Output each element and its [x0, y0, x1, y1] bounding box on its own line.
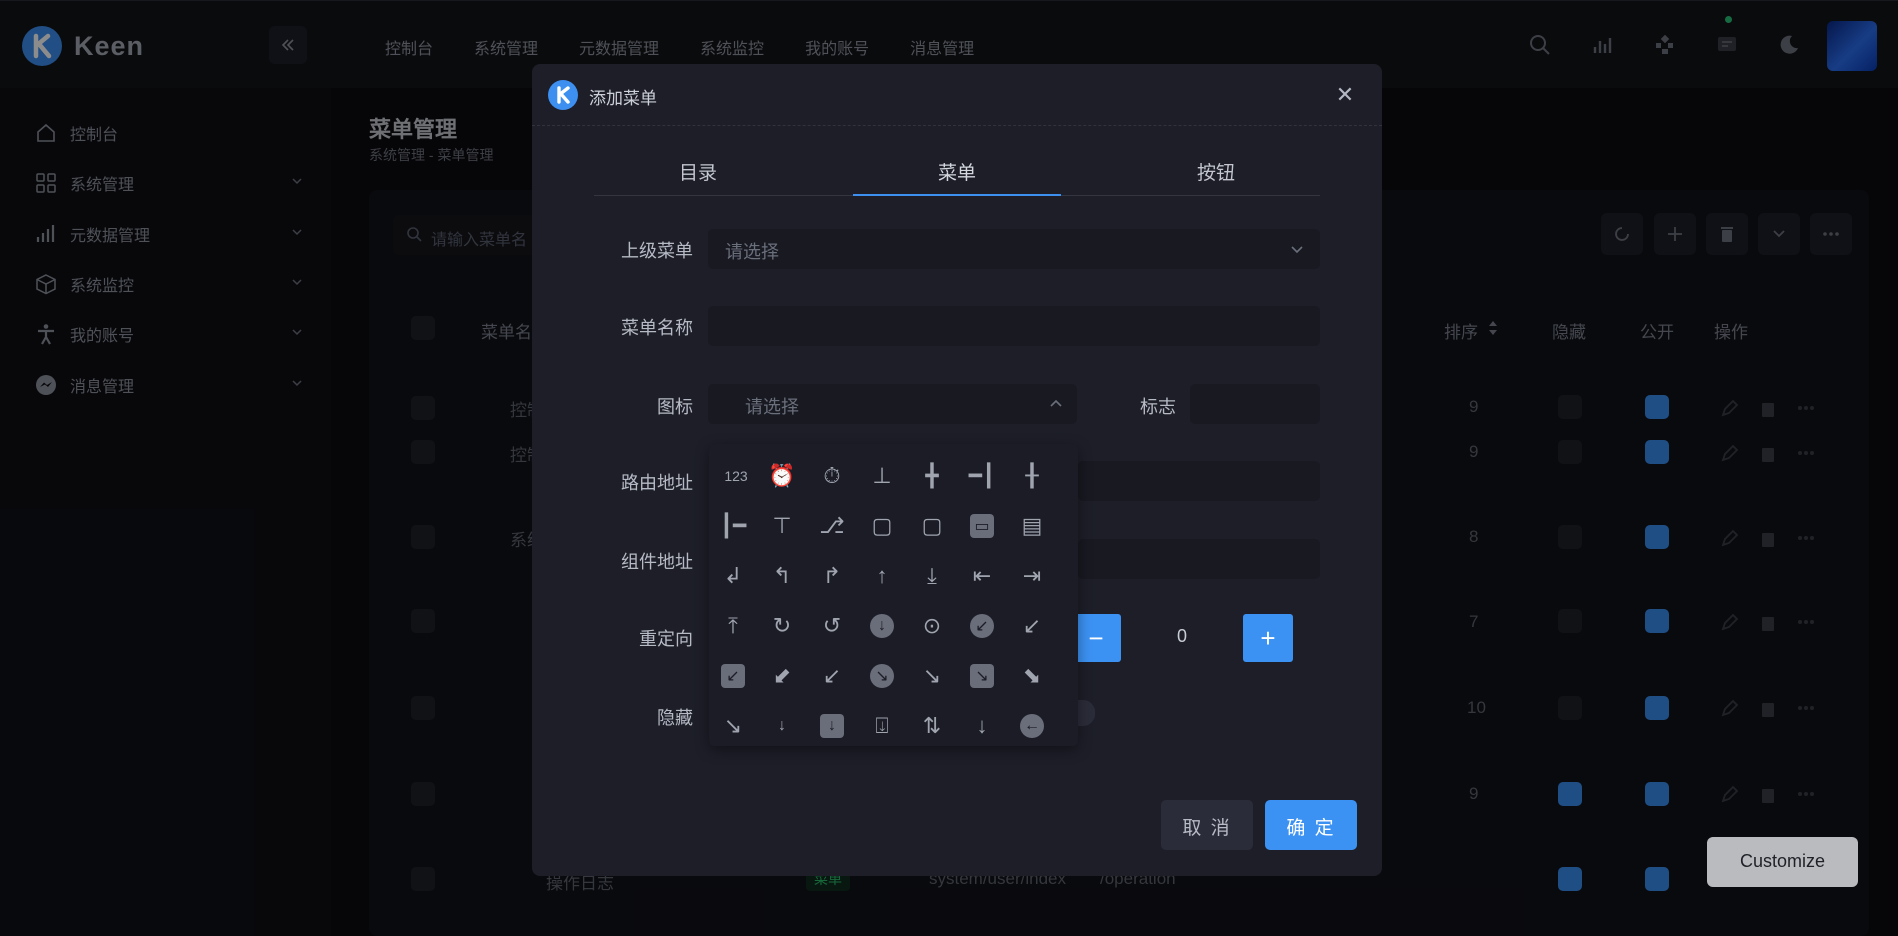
cancel-button[interactable]: 取 消	[1161, 800, 1253, 850]
route-input[interactable]	[1078, 461, 1320, 501]
arrow-bar-left-icon[interactable]: ⇤	[967, 561, 997, 591]
alt-icon[interactable]: ⎇	[817, 511, 847, 541]
close-icon[interactable]: ✕	[1332, 82, 1358, 108]
arrow-bar-up-icon[interactable]: ⤒	[718, 611, 748, 641]
archive-fill-icon[interactable]: ▭	[970, 514, 994, 538]
arrow-90deg-left-icon[interactable]: ↰	[767, 561, 797, 591]
arrow-down-right-square-icon[interactable]: ⬊	[1017, 661, 1047, 691]
component-label: 组件地址	[621, 552, 693, 572]
arrow-down-left-square-icon[interactable]: ⬋	[767, 661, 797, 691]
arrow-down-circle-fill-icon[interactable]: ↓	[870, 614, 894, 638]
icon-label: 图标	[657, 397, 693, 417]
decrement-button[interactable]: −	[1071, 614, 1121, 662]
arrow-down-left-square-fill-icon[interactable]: ↙	[721, 664, 745, 688]
align-bottom-icon[interactable]: ⊥	[867, 461, 897, 491]
arrow-down-up-icon[interactable]: ⇅	[917, 711, 947, 741]
tab-button[interactable]: 按钮	[1112, 144, 1320, 196]
chevron-up-icon	[1048, 396, 1064, 415]
123-icon[interactable]: 123	[718, 461, 754, 491]
tab-menu[interactable]: 菜单	[853, 144, 1061, 196]
arrow-bar-down-icon[interactable]: ⤓	[917, 561, 947, 591]
confirm-button[interactable]: 确 定	[1265, 800, 1357, 850]
arrow-clockwise-icon[interactable]: ↻	[767, 611, 797, 641]
arrow-down-square-icon[interactable]: ⍗	[867, 711, 897, 741]
arrow-down-right-icon[interactable]: ↘	[718, 711, 748, 741]
dialog-title: 添加菜单	[589, 89, 657, 108]
arrow-down-icon[interactable]: ↓	[967, 711, 997, 741]
flag-label: 标志	[1140, 397, 1176, 417]
keen-logo-icon	[548, 80, 578, 110]
arrow-down-left-circle-icon[interactable]: ↙	[1017, 611, 1047, 641]
chevron-down-icon	[1289, 243, 1305, 262]
flag-input[interactable]	[1190, 384, 1320, 424]
arrow-90deg-down-icon[interactable]: ↲	[718, 561, 748, 591]
arrow-counterclockwise-icon[interactable]: ↺	[817, 611, 847, 641]
align-start-icon[interactable]: ┃━	[718, 511, 748, 541]
alarm-icon[interactable]: ⏱	[817, 461, 847, 491]
align-top-icon[interactable]: ⊤	[767, 511, 797, 541]
app-icon[interactable]: ▢	[917, 511, 947, 541]
component-input[interactable]	[1078, 539, 1320, 579]
arrow-left-circle-fill-icon[interactable]: ←	[1020, 714, 1044, 738]
arrow-90deg-up-icon[interactable]: ↑	[867, 561, 897, 591]
arrow-down-left-circle-fill-icon[interactable]: ↙	[970, 614, 994, 638]
arrow-down-square-fill-icon[interactable]: ↓	[820, 714, 844, 738]
parent-menu-select[interactable]: 请选择	[708, 229, 1320, 269]
hidden-label: 隐藏	[657, 708, 693, 728]
redirect-label: 重定向	[639, 629, 693, 649]
customize-button[interactable]: Customize	[1707, 837, 1858, 887]
parent-menu-label: 上级菜单	[621, 241, 693, 261]
type-tabs: 目录 菜单 按钮	[594, 144, 1320, 196]
align-middle-icon[interactable]: ╂	[1017, 461, 1047, 491]
tab-directory[interactable]: 目录	[594, 144, 802, 196]
arrow-bar-right-icon[interactable]: ⇥	[1017, 561, 1047, 591]
sort-stepper-value[interactable]: 0	[1121, 614, 1243, 662]
alarm-fill-icon[interactable]: ⏰	[767, 461, 797, 491]
arrow-down-right-square-fill-icon[interactable]: ↘	[970, 664, 994, 688]
arrow-down-circle-icon[interactable]: ⊙	[917, 611, 947, 641]
archive-icon[interactable]: ▤	[1017, 511, 1047, 541]
icon-select[interactable]: 请选择	[708, 384, 1077, 424]
dialog-header: 添加菜单 ✕	[532, 64, 1382, 126]
arrow-down-left-icon[interactable]: ↙	[817, 661, 847, 691]
menu-name-label: 菜单名称	[621, 318, 693, 338]
route-label: 路由地址	[621, 473, 693, 493]
arrow-down-right-circle-icon[interactable]: ↘	[917, 661, 947, 691]
align-end-icon[interactable]: ━┃	[967, 461, 997, 491]
increment-button[interactable]: +	[1243, 614, 1293, 662]
arrow-down-short-icon[interactable]: ↓	[767, 711, 797, 741]
align-center-icon[interactable]: ╋	[917, 461, 947, 491]
arrow-down-right-circle-fill-icon[interactable]: ↘	[870, 664, 894, 688]
arrow-90deg-right-icon[interactable]: ↱	[817, 561, 847, 591]
menu-name-input[interactable]	[708, 306, 1320, 346]
icon-picker-panel: 123 ⏰ ⏱ ⊥ ╋ ━┃ ╂ ┃━ ⊤ ⎇ ▢ ▢ ▭ ▤ ↲ ↰ ↱ ↑ …	[709, 444, 1078, 746]
app-indicator-icon[interactable]: ▢	[867, 511, 897, 541]
